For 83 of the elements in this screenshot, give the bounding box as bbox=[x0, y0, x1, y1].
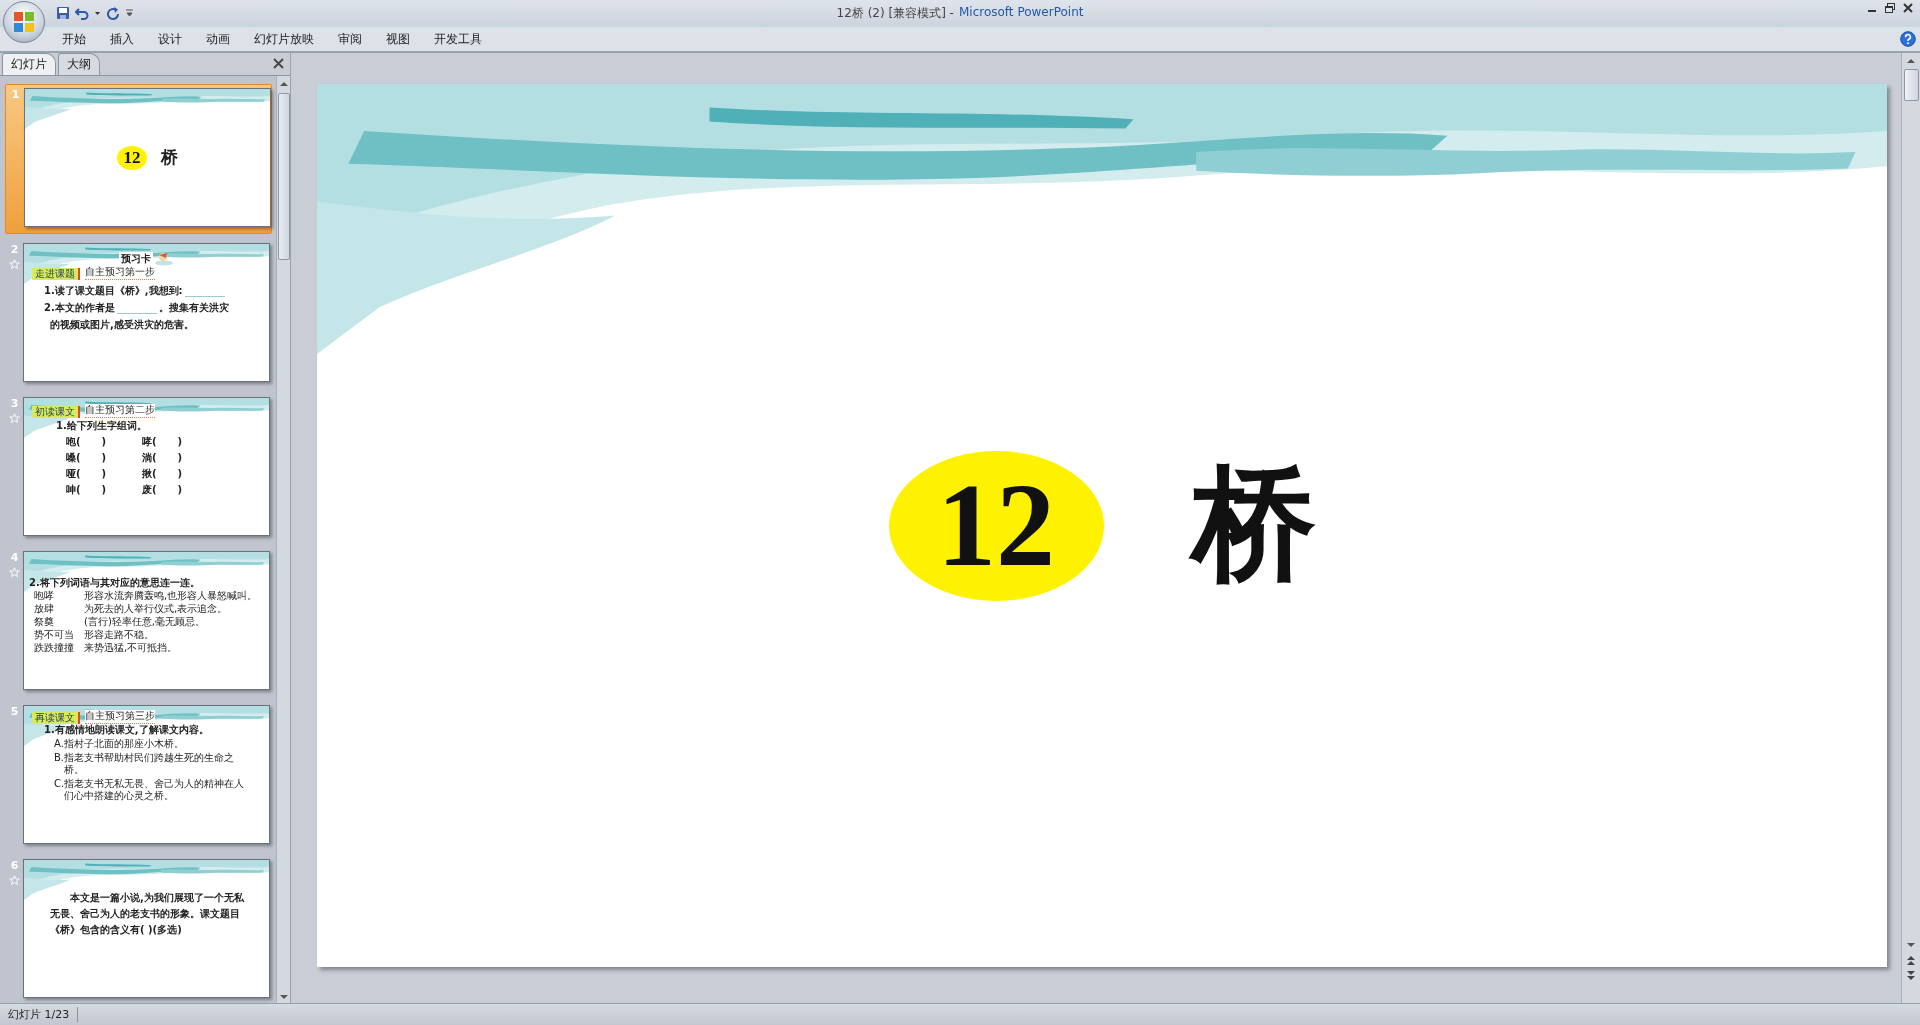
meaning-text: 形容走路不稳。 bbox=[84, 628, 154, 641]
word-text: 跌跌撞撞 bbox=[33, 641, 75, 654]
slide-number: 1 bbox=[11, 88, 20, 101]
pane-tab[interactable]: 幻灯片 bbox=[2, 53, 56, 75]
help-icon[interactable] bbox=[1900, 31, 1916, 47]
word-text: 势不可当 bbox=[33, 628, 75, 641]
slide-thumbnail[interactable]: 预习卡 走进课题 自主预习第一步 1.读了课文题目《桥》,我想到: 2.本文的作者是 。搜集有关洪灾 的视频或图片,感受洪灾的危害。 bbox=[23, 243, 270, 382]
slide-list-item[interactable]: 4 2.将下列词语与其对应的意思连一连。 咆哮 形容水流奔腾轰鸣,也形容人暴怒喊叫。 放肆 为死去的人举行仪式,表示追念。 祭奠 (言行)轻率任意,毫无顾忌。 势不可当 形容走路不稳。 跌跌撞撞 来势迅猛,不可抵挡。 bbox=[5, 548, 272, 696]
ribbon-tab[interactable]: 开发工具 bbox=[422, 27, 494, 51]
slide-list-item[interactable]: 6 本文是一篇小说,为我们展现了一个无私无畏、舍己为人的老支书的形象。课文题目《桥》包含的含义有( )(多选) bbox=[5, 856, 272, 1003]
cartoon-drawing bbox=[154, 252, 174, 266]
step-label: 自主预习第三步 bbox=[85, 710, 155, 724]
question-text: 1.有感情地朗读课文,了解课文内容。 bbox=[43, 724, 210, 736]
option-text: A.指村子北面的那座小木桥。 bbox=[53, 738, 185, 750]
restore-icon[interactable] bbox=[1884, 2, 1896, 14]
close-icon[interactable] bbox=[1902, 2, 1914, 14]
ribbon-tab[interactable]: 设计 bbox=[146, 27, 194, 51]
question-text: 1.读了课文题目《桥》,我想到: bbox=[44, 285, 183, 297]
slide-number: 3 bbox=[10, 397, 19, 410]
scrollbar[interactable] bbox=[1901, 53, 1920, 1003]
word-text: 放肆 bbox=[33, 602, 55, 615]
save-icon[interactable] bbox=[56, 6, 70, 20]
lesson-number: 12 bbox=[117, 145, 147, 170]
option-text: B.指老支书帮助村民们跨越生死的生命之桥。 bbox=[53, 752, 236, 776]
slide-number: 5 bbox=[10, 705, 19, 718]
word-blank: 呻( ) bbox=[66, 484, 108, 496]
word-blank: 揪( ) bbox=[142, 468, 184, 480]
app-name: Microsoft PowerPoint bbox=[958, 4, 1084, 21]
meaning-text: (言行)轻率任意,毫无顾忌。 bbox=[84, 615, 205, 628]
lesson-number: 12 bbox=[888, 450, 1104, 601]
undo-icon[interactable] bbox=[75, 6, 89, 20]
word-blank: 哑( ) bbox=[66, 468, 108, 480]
slide-thumbnail[interactable]: 再读课文 自主预习第三步 1.有感情地朗读课文,了解课文内容。 A.指村子北面的那座小木桥。 B.指老支书帮助村民们跨越生死的生命之桥。 C.指老支书无私无畏、舍己为人的精神在人们心中搭建的心灵之桥。 bbox=[23, 705, 270, 844]
slide-list-item[interactable]: 2 预习卡 走进课题 自主预习第一步 1.读了课文题目《桥》,我想到: 2.本文的作者是 。搜集有关洪灾 的视频或图片,感受洪灾的危害。 bbox=[5, 240, 272, 388]
word-blank: 哮( ) bbox=[142, 436, 184, 448]
ribbon-tab[interactable]: 视图 bbox=[374, 27, 422, 51]
office-logo-icon bbox=[13, 11, 35, 33]
lesson-title: 桥 bbox=[161, 146, 178, 169]
window-title: 12桥 (2) [兼容模式] - bbox=[836, 4, 954, 22]
word-blank: 咆( ) bbox=[66, 436, 108, 448]
slide-number: 4 bbox=[10, 551, 19, 564]
ribbon-tab[interactable]: 审阅 bbox=[326, 27, 374, 51]
question-text: 2.将下列词语与其对应的意思连一连。 bbox=[29, 576, 201, 589]
slide-counter: 幻灯片 1/23 bbox=[0, 1007, 79, 1022]
slide-thumbnail[interactable]: 初读课文 自主预习第二步 1.给下列生字组词。 咆( ) 哮( ) 嗓( ) 淌( ) 哑( ) 揪( ) 呻( ) 废( ) bbox=[23, 397, 270, 536]
ribbon-tab[interactable]: 动画 bbox=[194, 27, 242, 51]
section-tag: 走进课题 bbox=[32, 268, 80, 280]
section-tag: 初读课文 bbox=[32, 406, 80, 418]
close-icon[interactable] bbox=[273, 58, 284, 69]
slide-list-item[interactable]: 3 初读课文 自主预习第二步 1.给下列生字组词。 咆( ) 哮( ) 嗓( ) 淌( ) 哑( ) 揪( ) 呻( ) 废( ) bbox=[5, 394, 272, 542]
slide-number: 2 bbox=[10, 243, 19, 256]
ribbon-tab[interactable]: 开始 bbox=[50, 27, 98, 51]
slide-list-item[interactable]: 1 12 桥 bbox=[5, 84, 272, 234]
meaning-text: 为死去的人举行仪式,表示追念。 bbox=[84, 602, 228, 615]
option-text: C.指老支书无私无畏、舍己为人的精神在人们心中搭建的心灵之桥。 bbox=[53, 778, 246, 802]
slide-thumbnail[interactable]: 2.将下列词语与其对应的意思连一连。 咆哮 形容水流奔腾轰鸣,也形容人暴怒喊叫。 放肆 为死去的人举行仪式,表示追念。 祭奠 (言行)轻率任意,毫无顾忌。 势不可当 形容走路不稳。 跌跌撞撞 来势迅猛,不可抵挡。 bbox=[23, 551, 270, 690]
word-blank: 淌( ) bbox=[142, 452, 184, 464]
question-text: 的视频或图片,感受洪灾的危害。 bbox=[50, 319, 194, 331]
word-blank: 嗓( ) bbox=[66, 452, 108, 464]
slide-list-item[interactable]: 5 再读课文 自主预习第三步 1.有感情地朗读课文,了解课文内容。 A.指村子北面的那座小木桥。 B.指老支书帮助村民们跨越生死的生命之桥。 C.指老支书无私无畏、舍己为人的精神在人们心中搭建的心灵之桥。 bbox=[5, 702, 272, 850]
slide-thumbnail[interactable]: 本文是一篇小说,为我们展现了一个无私无畏、舍己为人的老支书的形象。课文题目《桥》包含的含义有( )(多选) bbox=[23, 859, 270, 998]
scroll-thumb[interactable] bbox=[277, 93, 290, 260]
ribbon-tab[interactable]: 幻灯片放映 bbox=[242, 27, 326, 51]
word-blank: 废( ) bbox=[142, 484, 184, 496]
section-tag: 再读课文 bbox=[32, 712, 80, 724]
card-heading: 预习卡 bbox=[119, 252, 153, 266]
word-text: 咆哮 bbox=[33, 589, 55, 602]
slide-thumbnail[interactable]: 12 桥 bbox=[24, 88, 271, 227]
step-label: 自主预习第一步 bbox=[85, 266, 155, 280]
step-label: 自主预习第二步 bbox=[85, 404, 155, 418]
ribbon-tab[interactable]: 插入 bbox=[98, 27, 146, 51]
pane-tab[interactable]: 大纲 bbox=[58, 53, 100, 75]
meaning-text: 形容水流奔腾轰鸣,也形容人暴怒喊叫。 bbox=[84, 589, 258, 602]
paragraph-text: 本文是一篇小说,为我们展现了一个无私无畏、舍己为人的老支书的形象。课文题目《桥》包含的含义有( )(多选) bbox=[50, 891, 245, 937]
scrollbar[interactable] bbox=[276, 76, 290, 1003]
meaning-text: 来势迅猛,不可抵挡。 bbox=[84, 641, 178, 654]
redo-icon[interactable] bbox=[106, 6, 120, 20]
question-text: 。搜集有关洪灾 bbox=[158, 302, 229, 314]
slide-number: 6 bbox=[10, 859, 19, 872]
question-text: 2.本文的作者是 bbox=[44, 302, 115, 314]
scroll-thumb[interactable] bbox=[1903, 69, 1919, 101]
word-text: 祭奠 bbox=[33, 615, 55, 628]
question-text: 1.给下列生字组词。 bbox=[55, 419, 148, 432]
